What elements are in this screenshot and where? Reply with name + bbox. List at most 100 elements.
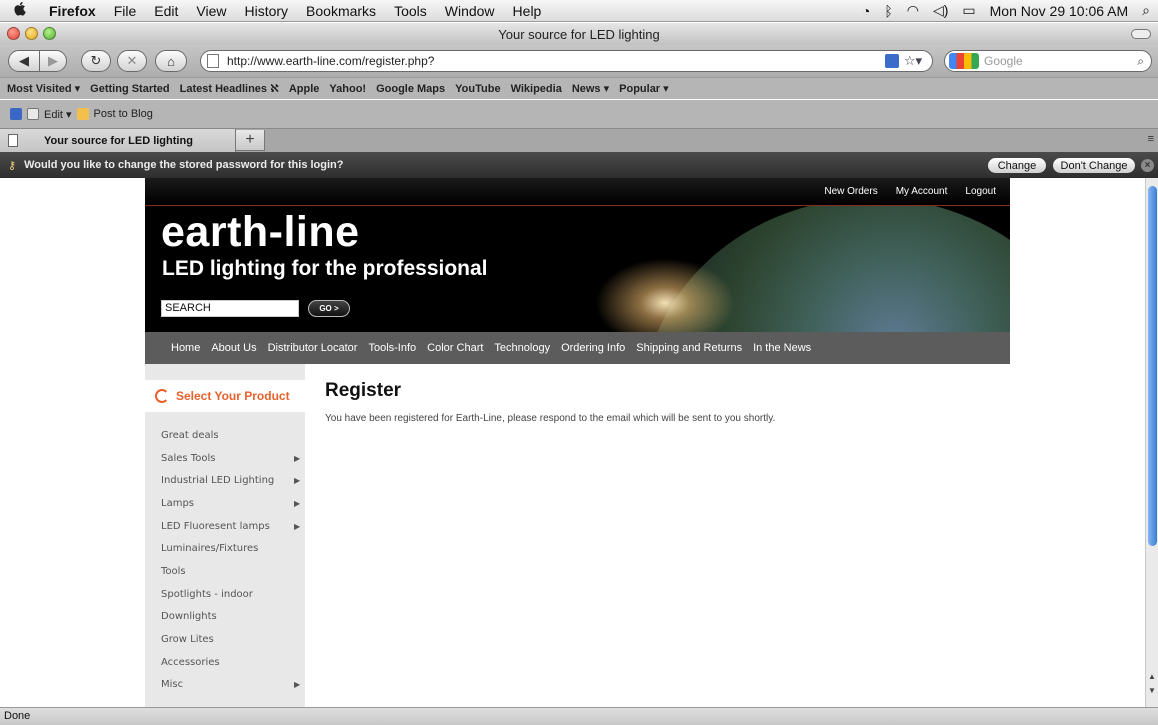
nav-home[interactable]: Home [171,342,200,354]
page-title: Register [325,380,402,401]
sidebar-item-accessories[interactable]: Accessories [161,657,305,668]
site-search-input[interactable]: SEARCH [161,300,299,317]
key-icon: ⚷ [8,159,17,172]
scroll-down-arrow-icon[interactable]: ▼ [1148,686,1156,695]
tab-title[interactable]: Your source for LED lighting [44,135,193,147]
sidebar-item-misc[interactable]: Misc ▶ [161,679,305,690]
menu-view[interactable]: View [187,3,235,19]
bookmark-yahoo[interactable]: Yahoo! [324,83,371,95]
select-product-icon [155,389,169,403]
menu-bookmarks[interactable]: Bookmarks [297,3,385,19]
sidebar-item-label: Downlights [161,611,217,622]
back-button[interactable]: ◀ [8,50,40,72]
stop-button[interactable]: ✕ [117,50,147,72]
window-title: Your source for LED lighting [498,26,660,42]
sidebar-item-tools[interactable]: Tools [161,566,305,577]
sidebar-item-sales-tools[interactable]: Sales Tools ▶ [161,453,305,464]
toolbar-toggle-button[interactable] [1131,29,1151,39]
bookmark-news[interactable]: News ▾ [567,82,614,95]
tab-active[interactable]: Your source for LED lighting [0,129,236,152]
menu-tools[interactable]: Tools [385,3,436,19]
sidebar-heading-text: Select Your Product [176,389,290,403]
reload-button[interactable]: ↻ [81,50,111,72]
sidebar-item-great-deals[interactable]: Great deals [161,430,305,441]
scroll-up-arrow-icon[interactable]: ▲ [1148,672,1156,681]
bookmark-getting-started[interactable]: Getting Started [85,83,174,95]
forward-button[interactable]: ▶ [39,50,67,72]
time-machine-icon[interactable]: ◔ [862,3,870,19]
nav-technology[interactable]: Technology [494,342,550,354]
menu-edit[interactable]: Edit [145,3,187,19]
menu-history[interactable]: History [235,3,297,19]
close-window-button[interactable] [7,27,20,40]
menu-file[interactable]: File [105,3,146,19]
new-orders-link[interactable]: New Orders [824,186,877,197]
scrollbar-thumb[interactable] [1148,186,1157,546]
stop-icon: ✕ [126,53,138,68]
page-icon [207,54,219,68]
sidebar-item-spotlights-indoor[interactable]: Spotlights - indoor [161,589,305,600]
go-button[interactable]: GO > [308,300,350,317]
wifi-icon[interactable]: ◠ [907,2,919,19]
bluetooth-icon[interactable]: ᛒ [884,3,892,19]
spotlight-search-icon[interactable]: ⌕ [1142,2,1150,19]
nav-tools-info[interactable]: Tools-Info [368,342,416,354]
minimize-window-button[interactable] [25,27,38,40]
nav-ordering-info[interactable]: Ordering Info [561,342,625,354]
nav-in-the-news[interactable]: In the News [753,342,811,354]
nav-shipping-returns[interactable]: Shipping and Returns [636,342,742,354]
sidebar-item-downlights[interactable]: Downlights [161,611,305,622]
zoom-window-button[interactable] [43,27,56,40]
vertical-scrollbar[interactable]: ▲ ▼ [1145,178,1158,707]
search-placeholder[interactable]: Google [984,54,1023,68]
bookmark-apple[interactable]: Apple [284,83,325,95]
rss-feed-icon[interactable] [884,54,899,68]
sidebar-item-label: Tools [161,566,186,577]
site-tagline: LED lighting for the professional [162,257,488,280]
logout-link[interactable]: Logout [965,186,996,197]
bookmark-youtube[interactable]: YouTube [450,83,505,95]
sidebar-item-grow-lites[interactable]: Grow Lites [161,634,305,645]
apple-menu-icon[interactable] [0,1,40,20]
menu-window[interactable]: Window [436,3,504,19]
sidebar-item-led-fluoresent-lamps[interactable]: LED Fluoresent lamps ▶ [161,521,305,532]
bookmark-star-icon[interactable]: ☆▾ [904,53,922,69]
nav-color-chart[interactable]: Color Chart [427,342,483,354]
volume-icon[interactable]: ◁) [933,2,948,19]
sidebar-item-label: Luminaires/Fixtures [161,543,259,554]
bookmark-popular[interactable]: Popular ▾ [614,82,674,95]
bookmark-latest-headlines[interactable]: Latest Headlines ℵ [175,82,284,95]
sidebar-item-lamps[interactable]: Lamps ▶ [161,498,305,509]
menu-app-name[interactable]: Firefox [40,3,105,19]
site-logo[interactable]: earth-line [161,208,360,257]
clock[interactable]: Mon Nov 29 10:06 AM [990,3,1129,19]
bookmark-google-maps[interactable]: Google Maps [371,83,450,95]
blog-icon[interactable] [76,108,89,120]
close-notification-icon[interactable]: × [1141,159,1154,172]
sidebar-item-industrial-led[interactable]: Industrial LED Lighting ▶ [161,475,305,486]
sidebar-item-label: Great deals [161,430,219,441]
new-tab-button[interactable]: + [235,130,265,151]
my-account-link[interactable]: My Account [896,186,948,197]
dont-change-button[interactable]: Don't Change [1053,158,1135,173]
home-button[interactable]: ⌂ [155,50,187,72]
nav-about-us[interactable]: About Us [211,342,256,354]
sidebar-item-luminaires[interactable]: Luminaires/Fixtures [161,543,305,554]
addon-post-to-blog[interactable]: Post to Blog [94,108,153,120]
nav-distributor-locator[interactable]: Distributor Locator [268,342,358,354]
search-bar[interactable]: Google ⌕ [944,50,1152,72]
search-magnifier-icon[interactable]: ⌕ [1137,54,1144,69]
bookmark-wikipedia[interactable]: Wikipedia [506,83,567,95]
addon-icon[interactable] [10,108,22,120]
back-arrow-icon: ◀ [19,53,29,68]
edit-pencil-icon[interactable] [27,108,39,120]
tab-list-icon[interactable]: ≡ [1148,133,1154,145]
addon-edit-menu[interactable]: Edit ▾ [44,108,72,121]
change-button[interactable]: Change [988,158,1046,173]
url-bar[interactable]: http://www.earth-line.com/register.php? … [200,50,933,72]
google-search-engine-icon[interactable] [949,53,979,69]
bookmark-most-visited[interactable]: Most Visited ▾ [2,82,85,95]
battery-icon[interactable]: ▭ [962,2,975,19]
url-text[interactable]: http://www.earth-line.com/register.php? [227,54,434,68]
menu-help[interactable]: Help [504,3,551,19]
